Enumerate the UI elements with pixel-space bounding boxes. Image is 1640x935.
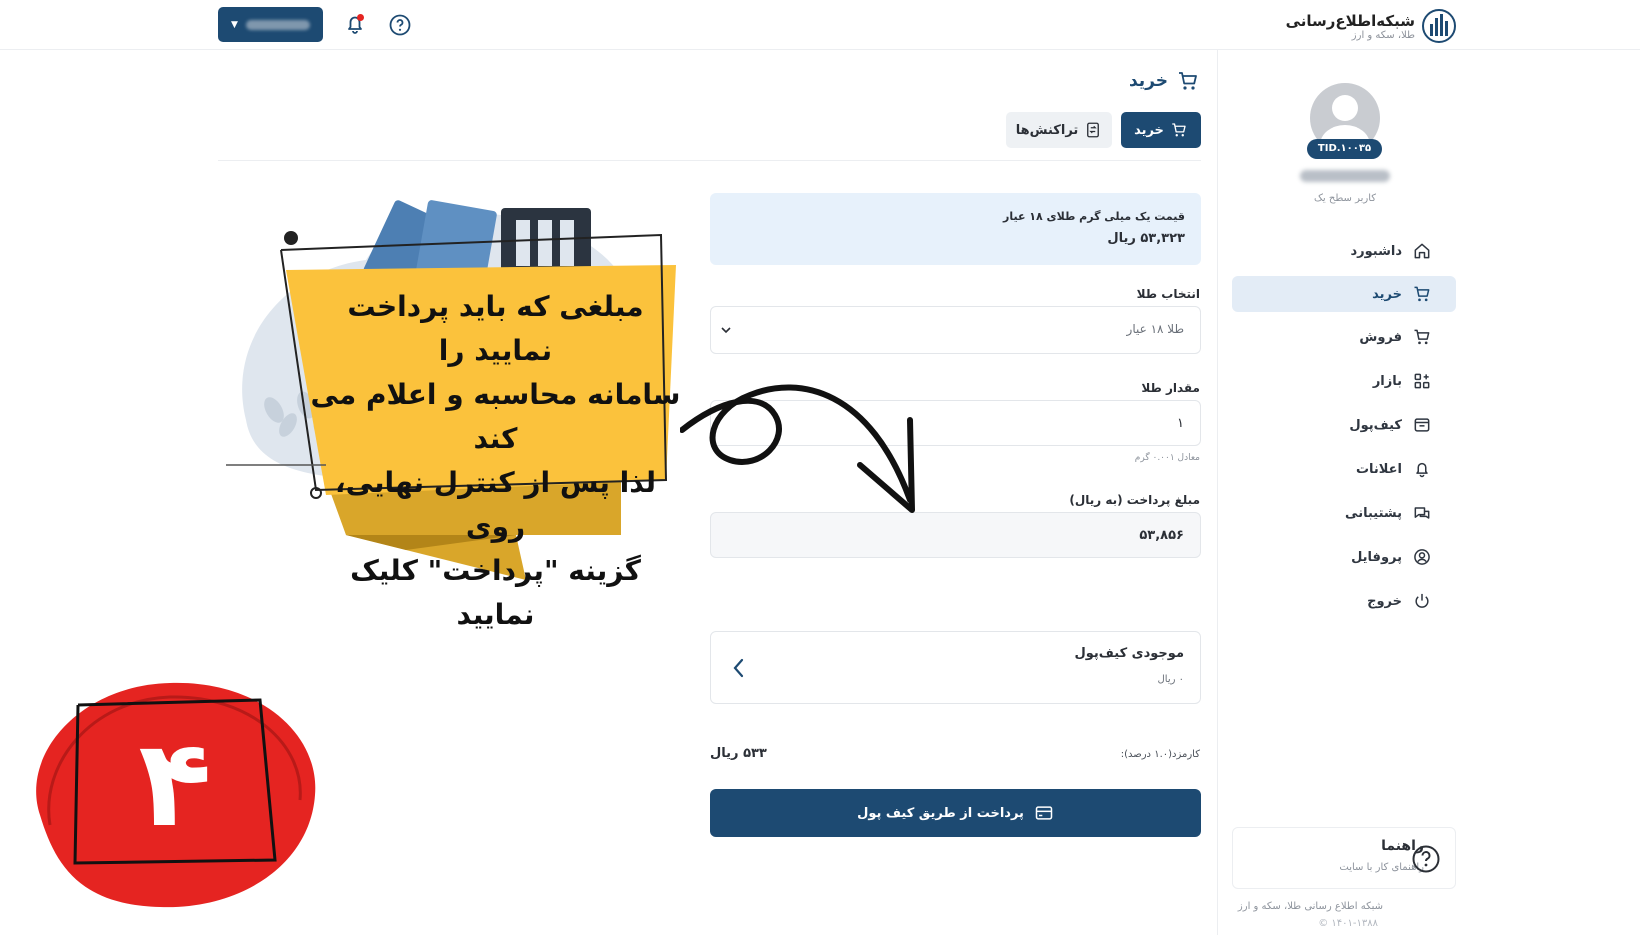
cart-icon <box>1172 123 1186 137</box>
home-icon <box>1414 243 1430 259</box>
notification-bell-icon[interactable] <box>343 12 367 36</box>
sidebar-item-label: فروش <box>1359 329 1402 345</box>
help-card[interactable]: راهنما راهنمای کار با سایت <box>1232 827 1456 889</box>
callout-line: گزینه "پرداخت" کلیک نمایید <box>350 554 641 631</box>
step-number-badge: ۴ <box>36 682 316 908</box>
payment-amount-value: ۵۳,۸۵۶ <box>1139 528 1184 543</box>
brand-title: شبکه‌اطلاع‌رسانی <box>1285 11 1415 30</box>
chat-icon <box>1414 507 1430 519</box>
brand-subtitle: طلا، سکه و ارز <box>1351 29 1415 41</box>
wallet-balance-card[interactable]: موجودی کیف‌پول ۰ ریال <box>710 631 1201 704</box>
user-name-blurred <box>245 19 310 30</box>
sidebar-item-logout[interactable]: خروج <box>1232 583 1456 619</box>
user-menu-button[interactable]: ▼ <box>218 7 323 42</box>
tab-transactions-label: تراکنش‌ها <box>1015 122 1079 138</box>
gold-price-label: قیمت یک میلی گرم طلای ۱۸ عیار <box>1002 210 1185 223</box>
callout-line: سامانه محاسبه و اعلام می کند <box>310 378 681 455</box>
chevron-left-icon[interactable] <box>729 656 749 680</box>
tab-transactions[interactable]: تراکنش‌ها <box>1006 112 1112 148</box>
gold-amount-hint: معادل ۰.۰۰۱ گرم <box>1134 453 1200 463</box>
receipt-icon <box>1087 122 1100 138</box>
cart-icon <box>1179 72 1197 90</box>
sidebar-item-label: پشتیبانی <box>1345 505 1402 521</box>
gold-select[interactable]: طلا ۱۸ عیار <box>710 306 1201 354</box>
sidebar-item-notifications[interactable]: اعلانات <box>1232 451 1456 487</box>
gold-price-value: ۵۳,۳۲۳ ریال <box>1107 231 1185 246</box>
user-level: کاربر سطح یک <box>1313 193 1377 204</box>
power-icon <box>1415 593 1429 608</box>
sidebar-item-profile[interactable]: پروفایل <box>1232 539 1456 575</box>
payment-amount-label: مبلغ پرداخت (به ریال) <box>1069 493 1200 507</box>
tab-buy-label: خرید <box>1134 122 1164 138</box>
footer-years: © ۱۴۰۱-۱۳۸۸ <box>1318 918 1378 929</box>
sidebar-item-label: پروفایل <box>1351 549 1402 565</box>
sidebar-item-label: خرید <box>1372 286 1402 302</box>
fee-value: ۵۳۳ ریال <box>710 746 767 761</box>
sidebar-item-label: داشبورد <box>1350 243 1402 259</box>
tab-buy[interactable]: خرید <box>1121 112 1201 148</box>
callout-line: مبلغی که باید پرداخت نمایید را <box>347 290 644 367</box>
user-circle-icon <box>1414 549 1430 565</box>
sidebar-item-label: بازار <box>1372 373 1402 389</box>
page-title-text: خرید <box>1128 71 1168 91</box>
credit-card-icon <box>1035 806 1053 820</box>
gold-price-box: قیمت یک میلی گرم طلای ۱۸ عیار ۵۳,۳۲۳ ریا… <box>710 193 1201 265</box>
hand-drawn-arrow-icon <box>680 384 915 513</box>
footer-copyright-text: شبکه اطلاع رسانی طلا، سکه و ارز <box>1237 901 1383 912</box>
page-title: خرید <box>1129 69 1200 93</box>
chevron-down-icon: ▼ <box>231 19 238 30</box>
callout-text: مبلغی که باید پرداخت نمایید را سامانه مح… <box>308 285 683 637</box>
sidebar-item-wallet[interactable]: کیف‌پول <box>1232 407 1456 443</box>
divider <box>218 160 1201 161</box>
sidebar-item-market[interactable]: بازار <box>1232 363 1456 399</box>
fee-label: کارمزد(۱.۰ درصد): <box>1120 749 1200 760</box>
sidebar <box>1217 50 1640 935</box>
cart-icon <box>1414 286 1430 302</box>
user-name-blurred <box>1300 170 1390 182</box>
sidebar-item-support[interactable]: پشتیبانی <box>1232 495 1456 531</box>
cart-outline-icon <box>1414 329 1430 345</box>
market-icon <box>1414 373 1430 389</box>
help-icon[interactable] <box>388 13 412 37</box>
wallet-balance-title: موجودی کیف‌پول <box>1074 646 1185 661</box>
question-icon <box>1412 845 1440 873</box>
step-number: ۴ <box>138 715 211 854</box>
gold-amount-label: مقدار طلا <box>1141 381 1200 395</box>
wallet-icon <box>1414 418 1430 432</box>
pay-with-wallet-button[interactable]: پرداخت از طریق کیف پول <box>710 789 1201 837</box>
gold-select-label: انتخاب طلا <box>1136 287 1200 301</box>
user-tid-badge: TID.۱۰۰۳۵ <box>1307 139 1382 159</box>
gold-amount-value: ۱ <box>1177 416 1184 431</box>
sidebar-item-label: خروج <box>1367 593 1402 609</box>
brand-logo[interactable]: شبکه‌اطلاع‌رسانی طلا، سکه و ارز <box>1286 6 1457 46</box>
logo-icon <box>1422 9 1456 43</box>
sidebar-item-dashboard[interactable]: داشبورد <box>1232 233 1456 269</box>
sidebar-item-sell[interactable]: فروش <box>1232 319 1456 355</box>
bell-icon <box>1416 462 1428 478</box>
sidebar-item-buy[interactable]: خرید <box>1232 276 1456 312</box>
gold-select-value: طلا ۱۸ عیار <box>1126 322 1184 336</box>
sidebar-item-label: کیف‌پول <box>1349 417 1402 433</box>
sidebar-item-label: اعلانات <box>1355 461 1402 477</box>
wallet-balance-value: ۰ ریال <box>1157 674 1184 685</box>
callout-line: لذا پس از کنترل نهایی، روی <box>335 466 656 543</box>
pay-button-label: پرداخت از طریق کیف پول <box>857 805 1024 821</box>
